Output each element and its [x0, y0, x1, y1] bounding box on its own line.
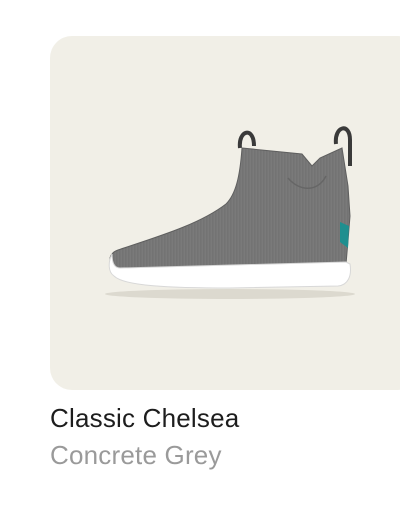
shoe-shadow — [105, 289, 355, 299]
front-pull-loop — [237, 130, 256, 149]
product-image — [105, 126, 355, 299]
shoe-upper — [109, 147, 351, 269]
product-color-label: Concrete Grey — [50, 440, 222, 470]
product-image-frame[interactable] — [50, 36, 400, 390]
product-card[interactable]: Classic Chelsea Concrete Grey — [0, 0, 400, 505]
product-name[interactable]: Classic Chelsea — [50, 403, 239, 434]
